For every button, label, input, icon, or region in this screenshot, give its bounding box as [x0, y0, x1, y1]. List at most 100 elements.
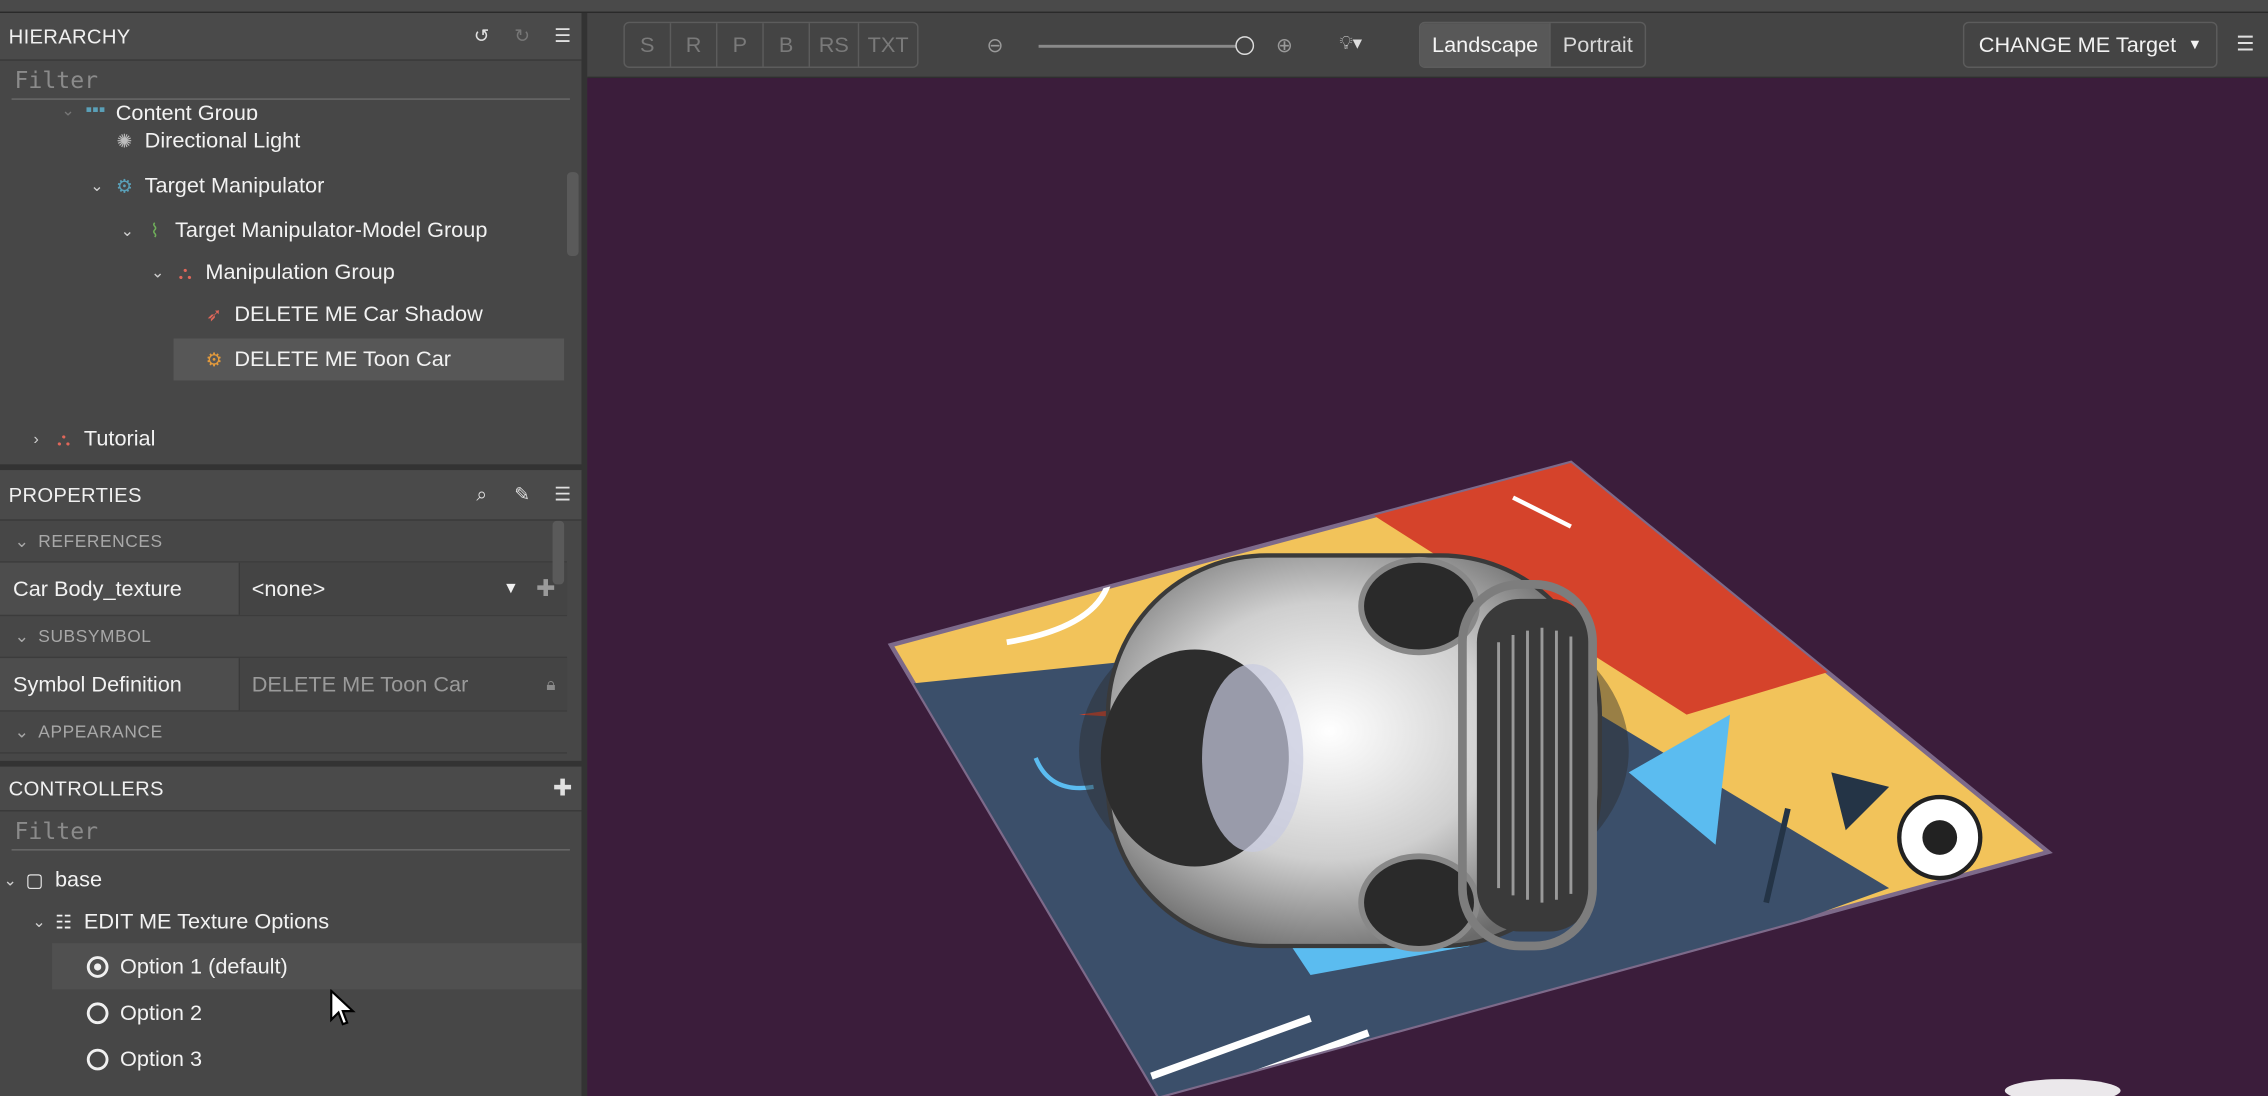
- controllers-filter-input[interactable]: [11, 816, 570, 845]
- segment-txt[interactable]: TXT: [859, 23, 917, 66]
- undo-icon[interactable]: ↺: [472, 25, 492, 47]
- controllers-header: CONTROLLERS ✚: [0, 766, 582, 812]
- hierarchy-scrollbar[interactable]: [567, 172, 579, 257]
- orientation-toggle: Landscape Portrait: [1419, 21, 1646, 68]
- properties-scrollbar[interactable]: [552, 520, 565, 585]
- lock-icon: 🔒︎: [546, 673, 556, 694]
- option-label: Option 1 (default): [120, 953, 288, 979]
- properties-title: PROPERTIES: [8, 483, 142, 507]
- zoom-slider-handle[interactable]: [1235, 36, 1255, 55]
- portrait-button[interactable]: Portrait: [1551, 23, 1644, 66]
- landscape-button[interactable]: Landscape: [1420, 23, 1552, 67]
- tree-item-label: Tutorial: [83, 426, 156, 452]
- prop-symbol-definition: Symbol Definition DELETE ME Toon Car 🔒︎: [0, 658, 568, 712]
- chevron-down-icon: ⌄: [14, 530, 30, 552]
- tree-item-content-group[interactable]: ⌄ ▪▪▪ Content Group: [0, 100, 581, 120]
- tree-item-car-shadow[interactable]: ➶ DELETE ME Car Shadow: [0, 294, 581, 336]
- tree-item-label: Manipulation Group: [205, 260, 395, 285]
- chevron-down-icon[interactable]: ⌄: [58, 101, 78, 120]
- controller-base[interactable]: ⌄ ▢ base: [0, 859, 581, 901]
- tree-item-target-manipulator-model-group[interactable]: ⌄ ⌇ Target Manipulator-Model Group: [0, 210, 581, 252]
- texture-select[interactable]: <none> ▼ ✚: [240, 562, 568, 615]
- properties-body: ⌄ REFERENCES Car Body_texture <none> ▼ ✚…: [0, 520, 568, 761]
- option-label: Option 3: [120, 1046, 203, 1072]
- group-icon: ▪▪▪: [85, 99, 106, 120]
- section-label: APPEARANCE: [38, 721, 163, 743]
- chevron-down-icon[interactable]: ⌄: [29, 913, 49, 931]
- scene-illustration: [887, 460, 2121, 1096]
- segment-b[interactable]: B: [764, 23, 811, 67]
- chevron-down-icon[interactable]: ⌄: [148, 263, 168, 282]
- segment-s[interactable]: S: [625, 23, 672, 67]
- hierarchy-filter: [11, 61, 570, 100]
- left-panel: HIERARCHY ↺ ↻ ☰ ⌄ ▪▪▪ Content Group ✺ Di…: [0, 13, 588, 1096]
- tree-item-label: DELETE ME Toon Car: [234, 347, 451, 372]
- segment-r[interactable]: R: [671, 23, 718, 67]
- section-label: REFERENCES: [38, 530, 163, 552]
- tree-item-label: Target Manipulator: [144, 173, 325, 199]
- tree-item-target-manipulator[interactable]: ⌄ ⚙ Target Manipulator: [0, 162, 581, 210]
- viewport-menu-icon[interactable]: ☰: [2236, 32, 2254, 57]
- chevron-down-icon[interactable]: ⌄: [117, 221, 137, 240]
- light-icon: ✺: [116, 129, 133, 152]
- controller-texture-options[interactable]: ⌄ ☷ EDIT ME Texture Options: [0, 901, 581, 943]
- pencil-icon[interactable]: ✎: [512, 483, 532, 505]
- tree-item-manipulation-group[interactable]: ⌄ ⛬ Manipulation Group: [0, 252, 581, 294]
- lightbulb-icon[interactable]: 💡︎▾: [1339, 32, 1362, 55]
- section-label: SUBSYMBOL: [38, 626, 152, 647]
- radio-unselected[interactable]: [86, 1001, 109, 1024]
- option-1[interactable]: Option 1 (default): [52, 943, 582, 990]
- radio-selected[interactable]: [86, 955, 109, 978]
- caret-down-icon: ▼: [502, 580, 519, 598]
- search-icon[interactable]: ⌕: [472, 483, 492, 505]
- hierarchy-filter-input[interactable]: [11, 65, 570, 94]
- radio-unselected[interactable]: [86, 1047, 109, 1070]
- segment-rs[interactable]: RS: [810, 23, 859, 67]
- tree-item-tutorial[interactable]: › ⛬ Tutorial: [0, 418, 581, 460]
- tree-item-toon-car[interactable]: ⚙ DELETE ME Toon Car: [173, 338, 565, 381]
- zoom-out-icon[interactable]: ⊖: [987, 33, 1004, 58]
- redo-icon[interactable]: ↻: [512, 25, 532, 47]
- caret-down-icon: ▼: [2187, 36, 2203, 53]
- chevron-down-icon[interactable]: ⌄: [0, 871, 20, 889]
- paperclip-icon: ⌇: [150, 219, 160, 241]
- viewport-toolbar: S R P B RS TXT ⊖ ⊕ 💡︎▾ Landscape Portrai…: [587, 13, 2268, 79]
- option-label: Option 2: [120, 1000, 203, 1025]
- option-2[interactable]: Option 2: [0, 989, 581, 1035]
- segment-p[interactable]: P: [717, 23, 764, 67]
- symbol-definition-text: DELETE ME Toon Car: [251, 671, 469, 697]
- section-subsymbol[interactable]: ⌄ SUBSYMBOL: [0, 616, 568, 659]
- gear-icon: ⚙: [115, 174, 133, 197]
- option-3[interactable]: Option 3: [0, 1036, 581, 1082]
- chevron-down-icon: ⌄: [14, 721, 30, 743]
- target-dropdown[interactable]: CHANGE ME Target ▼: [1962, 21, 2218, 68]
- controller-label: EDIT ME Texture Options: [83, 909, 330, 935]
- add-controller-icon[interactable]: ✚: [553, 777, 573, 802]
- hierarchy-menu-icon[interactable]: ☰: [553, 25, 573, 47]
- chevron-right-icon[interactable]: ›: [26, 430, 46, 447]
- controllers-filter: [11, 811, 570, 851]
- prop-label: Car Body_texture: [0, 562, 241, 615]
- section-references[interactable]: ⌄ REFERENCES: [0, 521, 568, 563]
- toon-car-model: [1079, 553, 1629, 952]
- top-strip: [0, 0, 2268, 14]
- tree-item-label: Content Group: [115, 101, 259, 121]
- tree-item-label: Directional Light: [144, 128, 301, 154]
- zoom-slider-track[interactable]: [1038, 44, 1242, 48]
- controller-label: base: [54, 867, 103, 893]
- controllers-title: CONTROLLERS: [8, 776, 164, 800]
- hierarchy-header: HIERARCHY ↺ ↻ ☰: [0, 13, 582, 61]
- properties-header: PROPERTIES ⌕ ✎ ☰: [0, 470, 582, 521]
- hierarchy-tree: ⌄ ▪▪▪ Content Group ✺ Directional Light …: [0, 100, 581, 465]
- chevron-down-icon: ⌄: [14, 626, 30, 647]
- 3d-viewport[interactable]: [587, 78, 2268, 1096]
- zoom-in-icon[interactable]: ⊕: [1276, 33, 1293, 58]
- properties-menu-icon[interactable]: ☰: [553, 483, 573, 505]
- texture-select-value: <none>: [251, 576, 326, 602]
- list-icon: ☷: [55, 910, 73, 933]
- section-appearance[interactable]: ⌄ APPEARANCE: [0, 712, 568, 754]
- tree-item-directional-light[interactable]: ✺ Directional Light: [0, 120, 581, 162]
- chevron-down-icon[interactable]: ⌄: [87, 176, 107, 195]
- hierarchy-icon: ⛬: [178, 261, 192, 283]
- mode-segments: S R P B RS TXT: [623, 21, 919, 68]
